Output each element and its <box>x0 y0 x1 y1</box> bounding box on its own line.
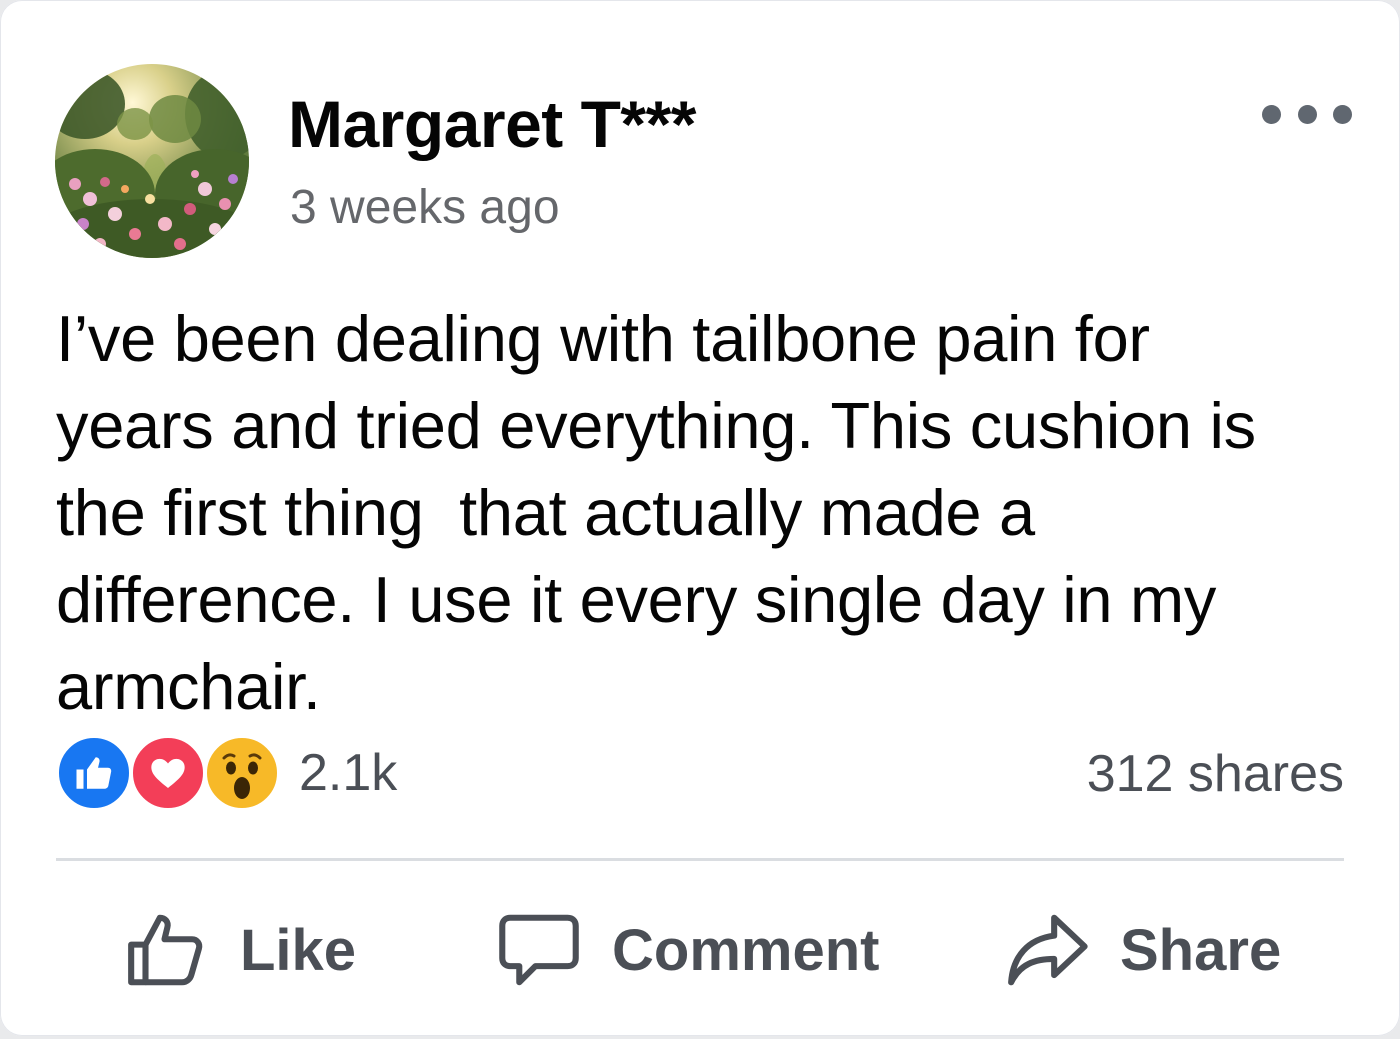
speech-bubble-icon <box>499 914 579 986</box>
wow-reaction-icon <box>203 734 281 812</box>
share-arrow-icon <box>1008 914 1088 986</box>
reaction-count[interactable]: 2.1k <box>299 743 397 803</box>
more-options-dot <box>1297 104 1317 124</box>
like-reaction-icon <box>55 734 133 812</box>
like-label: Like <box>240 917 357 983</box>
comment-button[interactable]: Comment <box>496 890 879 1010</box>
post-body-text: I’ve been dealing with tailbone pain for… <box>56 302 1256 723</box>
post-timestamp[interactable]: 3 weeks ago <box>290 180 560 235</box>
share-button[interactable]: Share <box>1004 890 1281 1010</box>
author-avatar[interactable] <box>55 64 249 258</box>
share-label: Share <box>1120 917 1282 983</box>
post-actions-bar: Like Comment Share <box>56 890 1344 1010</box>
more-options-icon <box>1262 104 1281 124</box>
post-card: Margaret T*** 3 weeks ago I’ve been deal… <box>0 0 1400 1036</box>
more-options-button[interactable] <box>1262 92 1352 136</box>
thumbs-up-icon <box>128 914 203 986</box>
garden-photo-avatar <box>55 64 249 258</box>
actions-divider <box>56 858 1344 861</box>
love-reaction-icon <box>129 734 207 812</box>
author-name[interactable]: Margaret T*** <box>288 86 696 162</box>
more-options-dot <box>1333 104 1352 124</box>
share-count[interactable]: 312 shares <box>1087 744 1344 804</box>
comment-label: Comment <box>612 917 880 983</box>
reaction-summary[interactable]: 2.1k <box>55 733 397 813</box>
like-button[interactable]: Like <box>124 890 356 1010</box>
